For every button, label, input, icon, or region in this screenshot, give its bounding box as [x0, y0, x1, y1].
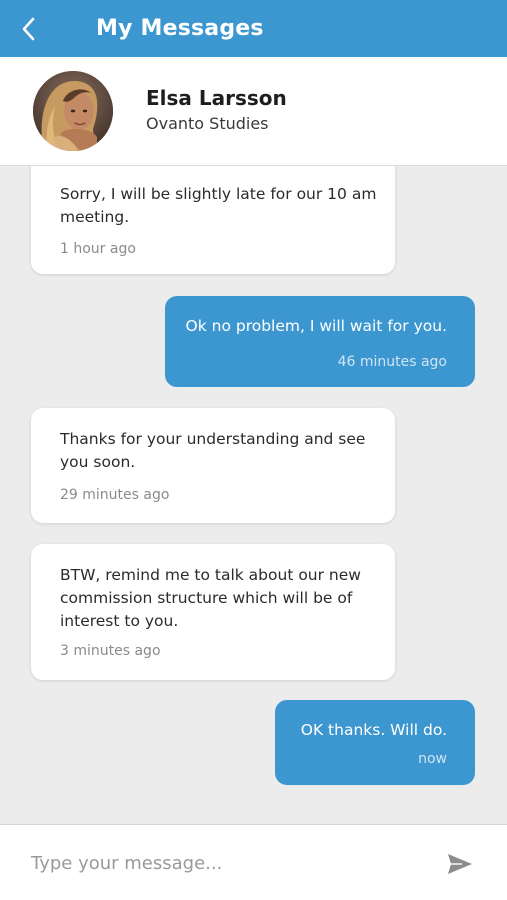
avatar-image: [33, 71, 113, 151]
message-timestamp: 29 minutes ago: [60, 487, 170, 503]
send-icon: [448, 854, 472, 874]
back-button[interactable]: [0, 0, 58, 57]
message-outgoing: Ok no problem, I will wait for you. 46 m…: [165, 296, 475, 387]
message-text-line: Sorry, I will be slightly late for our 1…: [60, 185, 377, 203]
avatar[interactable]: [33, 71, 113, 151]
message-text-line: commission structure which will be of: [60, 589, 353, 607]
message-text-line: OK thanks. Will do.: [300, 721, 447, 739]
message-timestamp: 46 minutes ago: [337, 354, 447, 370]
message-text-line: Ok no problem, I will wait for you.: [185, 317, 447, 335]
contact-organization: Ovanto Studies: [146, 114, 269, 133]
chevron-left-icon: [22, 17, 35, 40]
message-text-line: interest to you.: [60, 612, 179, 630]
message-text-line: Thanks for your understanding and see: [60, 430, 366, 448]
top-app-bar: My Messages: [0, 0, 507, 57]
message-text-line: meeting.: [60, 208, 130, 226]
message-outgoing: OK thanks. Will do. now: [275, 700, 475, 785]
message-timestamp: 1 hour ago: [60, 241, 136, 257]
contact-name: Elsa Larsson: [146, 86, 287, 110]
messages-screen: Sorry, I will be slightly late for our 1…: [0, 0, 507, 900]
message-timestamp: now: [418, 751, 447, 767]
send-button[interactable]: [440, 849, 480, 879]
message-timestamp: 3 minutes ago: [60, 643, 161, 659]
page-title: My Messages: [96, 16, 264, 41]
contact-header[interactable]: Elsa Larsson Ovanto Studies: [0, 57, 507, 166]
message-incoming: BTW, remind me to talk about our new com…: [31, 544, 395, 680]
message-text-line: you soon.: [60, 453, 136, 471]
message-input[interactable]: [18, 841, 418, 885]
message-composer: [0, 824, 507, 900]
message-incoming: Sorry, I will be slightly late for our 1…: [31, 150, 395, 274]
message-incoming: Thanks for your understanding and see yo…: [31, 408, 395, 523]
message-text-line: BTW, remind me to talk about our new: [60, 566, 361, 584]
